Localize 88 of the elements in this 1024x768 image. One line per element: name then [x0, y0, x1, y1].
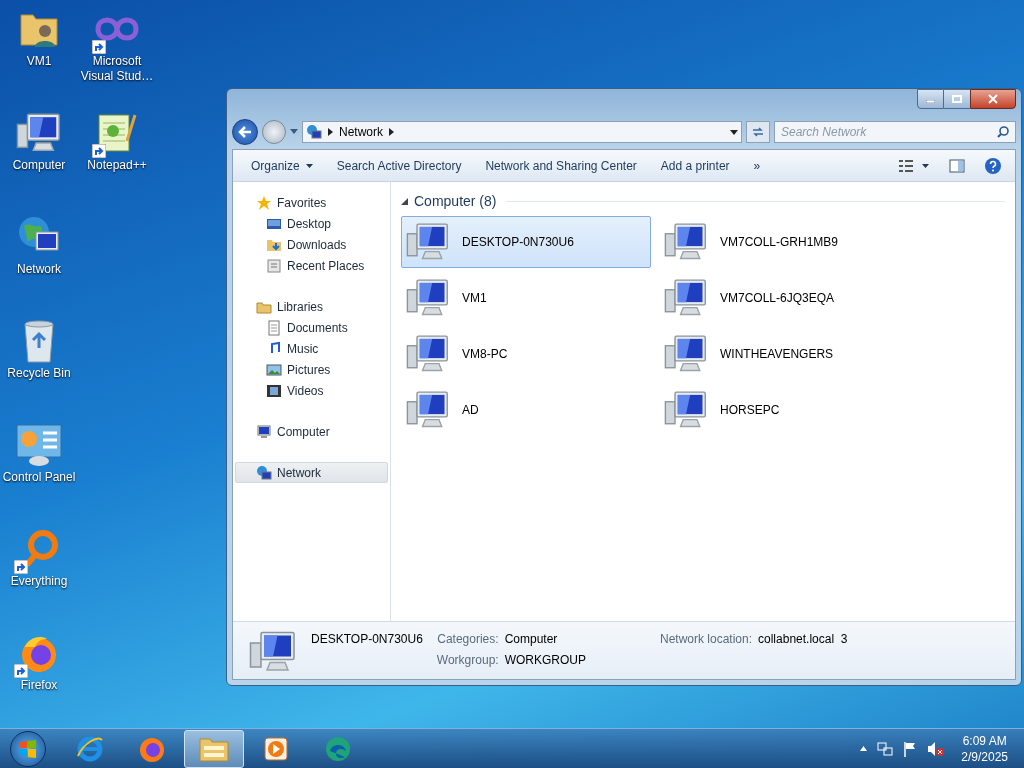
- maximize-button[interactable]: [944, 89, 970, 109]
- desktop-icon-label[interactable]: VM1: [0, 54, 78, 69]
- notepad-icon: [95, 111, 139, 155]
- computer-icon: [256, 423, 272, 440]
- pane-icon: [949, 158, 965, 173]
- nav-item[interactable]: Computer: [235, 421, 388, 442]
- details-value: collabnet.local 3: [758, 631, 848, 648]
- desktop-icon-label[interactable]: Control Panel: [0, 470, 78, 485]
- more-commands-button[interactable]: »: [743, 153, 771, 178]
- up-caret-icon[interactable]: [860, 746, 868, 751]
- host-name: DESKTOP-0N730U6: [462, 234, 574, 251]
- desktop-icon-label[interactable]: Microsoft Visual Stud…: [78, 54, 156, 84]
- host-name: VM8-PC: [462, 346, 508, 363]
- close-button[interactable]: [970, 89, 1016, 109]
- details-value: WORKGROUP: [504, 652, 586, 669]
- nav-item[interactable]: Pictures: [235, 359, 388, 380]
- desktop-icon-label[interactable]: Everything: [0, 574, 78, 589]
- star-icon: [256, 194, 272, 211]
- caret-icon: [305, 163, 313, 168]
- caret-icon: [290, 129, 298, 135]
- details-value: Computer: [504, 631, 559, 648]
- host-name: HORSEPC: [720, 402, 780, 419]
- host-tile[interactable]: DESKTOP-0N730U6: [401, 216, 651, 268]
- document-icon: [266, 257, 282, 274]
- nav-item[interactable]: Favorites: [235, 192, 388, 213]
- breadcrumb[interactable]: Network: [339, 123, 383, 141]
- details-label: Categories:: [436, 631, 499, 648]
- picture-icon: [266, 361, 282, 378]
- host-name: WINTHEAVENGERS: [720, 346, 834, 363]
- desktop-icon-label[interactable]: Computer: [0, 158, 78, 173]
- nav-item[interactable]: Recent Places: [235, 255, 388, 276]
- control-panel-icon: [15, 423, 63, 467]
- document-icon: [266, 319, 282, 336]
- help-icon: [985, 157, 1001, 174]
- host-tile[interactable]: WINTHEAVENGERS: [659, 328, 909, 380]
- nav-item[interactable]: Documents: [235, 317, 388, 338]
- close-icon: [988, 94, 998, 104]
- dropdown-caret-icon: [730, 129, 738, 135]
- search-input[interactable]: Search Network: [781, 123, 997, 141]
- host-name: VM7COLL-GRH1MB9: [720, 234, 839, 251]
- host-tile[interactable]: VM1: [401, 272, 651, 324]
- chevron-icon: [389, 128, 394, 136]
- host-tile[interactable]: VM7COLL-GRH1MB9: [659, 216, 909, 268]
- desktop-icon-label[interactable]: Notepad++: [78, 158, 156, 173]
- search-icon: [997, 126, 1009, 138]
- desktop-icon-label[interactable]: Recycle Bin: [0, 366, 78, 381]
- nav-item[interactable]: Desktop: [235, 213, 388, 234]
- muted-speaker-icon[interactable]: [927, 740, 946, 757]
- taskbar-button[interactable]: [184, 729, 244, 768]
- nav-item[interactable]: Videos: [235, 380, 388, 401]
- windows-logo-icon: [19, 739, 37, 758]
- maximize-icon: [952, 95, 962, 103]
- back-button[interactable]: [232, 119, 258, 145]
- flag-icon[interactable]: [903, 740, 918, 757]
- host-name: VM7COLL-6JQ3EQA: [720, 290, 835, 307]
- start-button[interactable]: [10, 730, 46, 767]
- collapse-triangle-icon[interactable]: [401, 197, 408, 205]
- film-icon: [266, 382, 282, 399]
- desktop-icon-label[interactable]: Network: [0, 262, 78, 277]
- toolbar-button[interactable]: Organize: [241, 153, 323, 178]
- host-tile[interactable]: VM8-PC: [401, 328, 651, 380]
- view-list-icon: [898, 158, 914, 173]
- host-tile[interactable]: HORSEPC: [659, 384, 909, 436]
- address-bar[interactable]: Network: [302, 121, 742, 143]
- nav-item[interactable]: Network: [235, 462, 388, 483]
- toolbar-button[interactable]: Network and Sharing Center: [475, 153, 647, 178]
- nav-item[interactable]: Music: [235, 338, 388, 359]
- details-label: Workgroup:: [436, 652, 499, 669]
- group-header[interactable]: Computer (8): [414, 190, 497, 212]
- caret-icon: [922, 163, 929, 168]
- chevron-icon: [328, 128, 333, 136]
- search-field[interactable]: Search Network: [774, 121, 1016, 143]
- refresh-button[interactable]: [746, 121, 770, 143]
- host-name: VM1: [462, 290, 487, 307]
- nav-item[interactable]: Downloads: [235, 234, 388, 255]
- details-title: DESKTOP-0N730U6: [311, 631, 423, 648]
- host-tile[interactable]: VM7COLL-6JQ3EQA: [659, 272, 909, 324]
- nav-item[interactable]: Libraries: [235, 296, 388, 317]
- minimize-button[interactable]: [917, 89, 944, 109]
- host-tile[interactable]: AD: [401, 384, 651, 436]
- refresh-arrows-icon: [751, 126, 765, 138]
- minimize-icon: [926, 100, 935, 103]
- host-name: AD: [462, 402, 479, 419]
- clock[interactable]: 6:09 AM 2/9/2025: [955, 732, 1014, 765]
- details-label: Network location:: [660, 631, 753, 648]
- left-arrow-icon: [238, 126, 252, 138]
- toolbar-button[interactable]: Add a printer: [650, 153, 740, 178]
- toolbar-button[interactable]: Search Active Directory: [326, 153, 472, 178]
